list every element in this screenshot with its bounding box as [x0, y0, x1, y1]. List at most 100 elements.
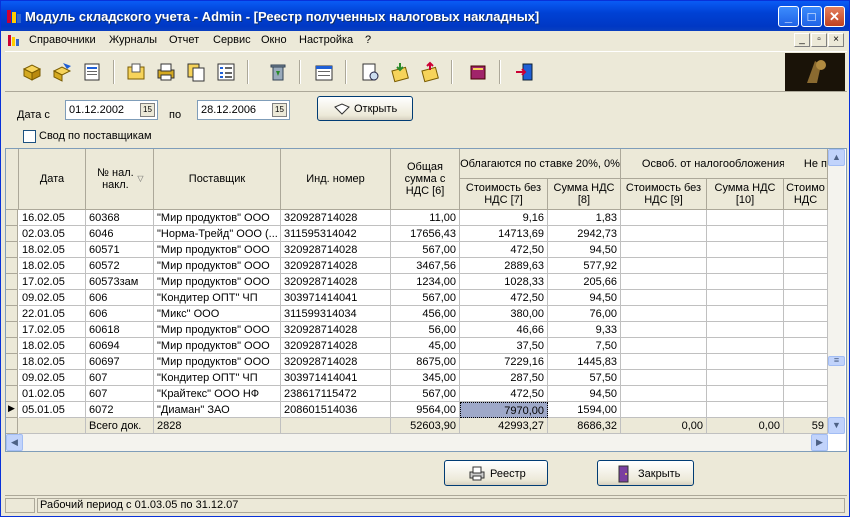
cell-inn[interactable]: 320928714028	[281, 242, 391, 258]
cell-num[interactable]: 607	[86, 370, 154, 386]
row-indicator[interactable]	[6, 226, 18, 242]
cell-vat20[interactable]: 57,50	[548, 370, 621, 386]
cell-vat20[interactable]: 94,50	[548, 290, 621, 306]
cell-inn[interactable]: 311595314042	[281, 226, 391, 242]
cell-supplier[interactable]: "Мир продуктов" ООО	[154, 210, 281, 226]
cell-total[interactable]: 567,00	[391, 290, 460, 306]
table-row[interactable]: 17.02.05 60573зам "Мир продуктов" ООО 32092…	[6, 274, 828, 290]
cell-vat20[interactable]: 1445,83	[548, 354, 621, 370]
document-search-icon[interactable]	[359, 61, 381, 83]
row-indicator[interactable]	[6, 386, 18, 402]
table-row[interactable]: 09.02.05 606 "Кондитер ОПТ" ЧП 303971414041…	[6, 290, 828, 306]
cell-vat20[interactable]: 94,50	[548, 242, 621, 258]
cell-costnot[interactable]	[784, 258, 828, 274]
cell-inn[interactable]: 320928714028	[281, 354, 391, 370]
col-num[interactable]: № нал. накл. ▽	[86, 149, 154, 210]
cell-vatfree[interactable]	[707, 290, 784, 306]
cell-inn[interactable]: 320928714028	[281, 258, 391, 274]
table-row[interactable]: 09.02.05 607 "Кондитер ОПТ" ЧП 303971414041…	[6, 370, 828, 386]
cell-supplier[interactable]: "Кондитер ОПТ" ЧП	[154, 290, 281, 306]
cell-cost20[interactable]: 7970,00	[460, 402, 548, 418]
cell-total[interactable]: 1234,00	[391, 274, 460, 290]
cell-vatfree[interactable]	[707, 258, 784, 274]
cell-costfree[interactable]	[621, 258, 707, 274]
row-indicator[interactable]	[6, 354, 18, 370]
cell-total[interactable]: 56,00	[391, 322, 460, 338]
row-indicator[interactable]	[6, 258, 18, 274]
cell-vatfree[interactable]	[707, 242, 784, 258]
cell-inn[interactable]: 303971414041	[281, 370, 391, 386]
vertical-scrollbar[interactable]: ▲ ≡ ▼	[828, 149, 845, 434]
cell-costnot[interactable]	[784, 306, 828, 322]
cell-supplier[interactable]: "Норма-Трейд" ООО (...	[154, 226, 281, 242]
cell-date[interactable]: 18.02.05	[19, 338, 86, 354]
row-indicator[interactable]	[6, 242, 18, 258]
cell-vat20[interactable]: 577,92	[548, 258, 621, 274]
cell-costfree[interactable]	[621, 370, 707, 386]
table-row[interactable]: 18.02.05 60571 "Мир продуктов" ООО 32092871…	[6, 242, 828, 258]
col-supplier[interactable]: Поставщик	[154, 149, 281, 210]
cell-supplier[interactable]: "Микс" ООО	[154, 306, 281, 322]
cell-total[interactable]: 456,00	[391, 306, 460, 322]
cell-vat20[interactable]: 1594,00	[548, 402, 621, 418]
cell-cost20[interactable]: 46,66	[460, 322, 548, 338]
recycle-bin-icon[interactable]	[267, 61, 289, 83]
cell-date[interactable]: 02.03.05	[19, 226, 86, 242]
menu-service[interactable]: Сервис	[213, 34, 251, 46]
calendar-icon[interactable]: 15	[272, 103, 287, 117]
menu-settings[interactable]: Настройка	[299, 34, 353, 46]
cell-costnot[interactable]	[784, 354, 828, 370]
cell-inn[interactable]: 303971414041	[281, 290, 391, 306]
menu-help[interactable]: ?	[365, 34, 371, 46]
cell-costfree[interactable]	[621, 242, 707, 258]
row-indicator[interactable]: ▶	[6, 402, 18, 418]
cell-supplier[interactable]: "Кондитер ОПТ" ЧП	[154, 370, 281, 386]
close-button[interactable]: Закрыть	[597, 460, 694, 486]
cell-supplier[interactable]: "Мир продуктов" ООО	[154, 242, 281, 258]
row-indicator[interactable]	[6, 210, 18, 226]
row-indicator[interactable]	[6, 306, 18, 322]
cell-num[interactable]: 60571	[86, 242, 154, 258]
cell-costnot[interactable]	[784, 338, 828, 354]
table-row[interactable]: 02.03.05 6046 "Норма-Трейд" ООО (... 311595…	[6, 226, 828, 242]
cell-cost20[interactable]: 287,50	[460, 370, 548, 386]
cell-costnot[interactable]	[784, 274, 828, 290]
scroll-down-icon[interactable]: ▼	[828, 417, 845, 434]
scroll-up-icon[interactable]: ▲	[828, 149, 845, 166]
table-row[interactable]: ▶ 05.01.05 6072 "Диаман" ЗАО 208601514036 956…	[6, 402, 828, 418]
cell-costnot[interactable]	[784, 290, 828, 306]
cell-num[interactable]: 6072	[86, 402, 154, 418]
cell-inn[interactable]: 311599314034	[281, 306, 391, 322]
cell-vat20[interactable]: 2942,73	[548, 226, 621, 242]
row-indicator[interactable]	[6, 274, 18, 290]
cell-num[interactable]: 60618	[86, 322, 154, 338]
import-icon[interactable]	[389, 61, 411, 83]
cell-date[interactable]: 17.02.05	[19, 274, 86, 290]
cell-num[interactable]: 60694	[86, 338, 154, 354]
cell-vatfree[interactable]	[707, 306, 784, 322]
menu-directories[interactable]: Справочники	[29, 34, 96, 46]
cell-costnot[interactable]	[784, 226, 828, 242]
cell-total[interactable]: 567,00	[391, 242, 460, 258]
cell-total[interactable]: 9564,00	[391, 402, 460, 418]
cell-costfree[interactable]	[621, 210, 707, 226]
cell-date[interactable]: 22.01.05	[19, 306, 86, 322]
cell-costfree[interactable]	[621, 354, 707, 370]
calendar-icon[interactable]: 15	[140, 103, 155, 117]
table-row[interactable]: 17.02.05 60618 "Мир продуктов" ООО 32092871…	[6, 322, 828, 338]
minimize-button[interactable]: _	[778, 6, 799, 27]
col-cost20[interactable]: Стоимость без НДС [7]	[460, 179, 548, 210]
cell-inn[interactable]: 208601514036	[281, 402, 391, 418]
cell-inn[interactable]: 320928714028	[281, 322, 391, 338]
cell-supplier[interactable]: "Мир продуктов" ООО	[154, 354, 281, 370]
col-vatfree[interactable]: Сумма НДС [10]	[707, 179, 784, 210]
open-button[interactable]: Открыть	[317, 96, 413, 121]
horizontal-scrollbar[interactable]: ◀ ▶	[6, 434, 828, 451]
box-icon[interactable]	[21, 61, 43, 83]
cell-vat20[interactable]: 205,66	[548, 274, 621, 290]
title-bar[interactable]: Модуль складского учета - Admin - [Реест…	[1, 1, 849, 31]
cell-total[interactable]: 567,00	[391, 386, 460, 402]
cell-date[interactable]: 16.02.05	[19, 210, 86, 226]
cell-cost20[interactable]: 7229,16	[460, 354, 548, 370]
scroll-left-icon[interactable]: ◀	[6, 434, 23, 451]
